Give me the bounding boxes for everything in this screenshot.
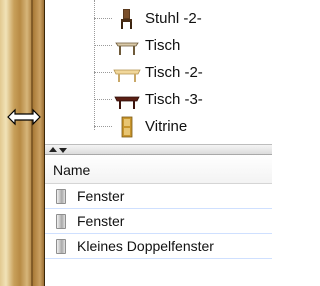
furniture-tree-panel[interactable]: Stuhl -2- Tisch Tisch -2- Tisch -3- Vitr… [45, 0, 272, 144]
frame-edge-line [31, 0, 33, 286]
tree-item-label: Tisch -3- [145, 90, 203, 108]
tree-item-label: Stuhl -2- [145, 9, 202, 27]
list-item-label: Fenster [77, 213, 125, 229]
tree-item-label: Tisch [145, 36, 181, 54]
tree-item-vitrine[interactable]: Vitrine [94, 115, 188, 138]
tree-item-tisch-2[interactable]: Tisch -2- [94, 61, 203, 83]
tree-item-stuhl-2[interactable]: Stuhl -2- [94, 7, 202, 29]
cabinet-icon [112, 116, 142, 138]
tree-item-label: Vitrine [145, 117, 188, 135]
panel-splitter[interactable] [45, 144, 272, 155]
column-header-name[interactable]: Name [53, 162, 90, 178]
list-item-label: Fenster [77, 188, 125, 204]
list-item[interactable]: Fenster [45, 184, 272, 209]
table-icon [112, 35, 142, 55]
table-dark-icon [112, 89, 142, 109]
list-column-header[interactable]: Name [45, 155, 272, 184]
list-item[interactable]: Kleines Doppelfenster [45, 234, 272, 259]
object-list-panel[interactable]: Name Fenster Fenster Kleines Doppelfenst… [45, 155, 272, 286]
tree-item-tisch-3[interactable]: Tisch -3- [94, 88, 203, 110]
window-icon [56, 213, 66, 229]
double-window-icon [56, 238, 66, 254]
wood-frame-border [0, 0, 45, 286]
window-icon [56, 188, 66, 204]
list-item-label: Kleines Doppelfenster [77, 238, 214, 254]
tree-item-tisch[interactable]: Tisch [94, 34, 180, 56]
list-item[interactable]: Fenster [45, 209, 272, 234]
resize-horizontal-cursor-icon [7, 108, 41, 126]
chair-icon [112, 8, 142, 29]
tree-item-label: Tisch -2- [145, 63, 203, 81]
collapse-down-icon[interactable] [59, 148, 67, 153]
table-light-icon [112, 62, 142, 82]
collapse-up-icon[interactable] [49, 147, 57, 152]
